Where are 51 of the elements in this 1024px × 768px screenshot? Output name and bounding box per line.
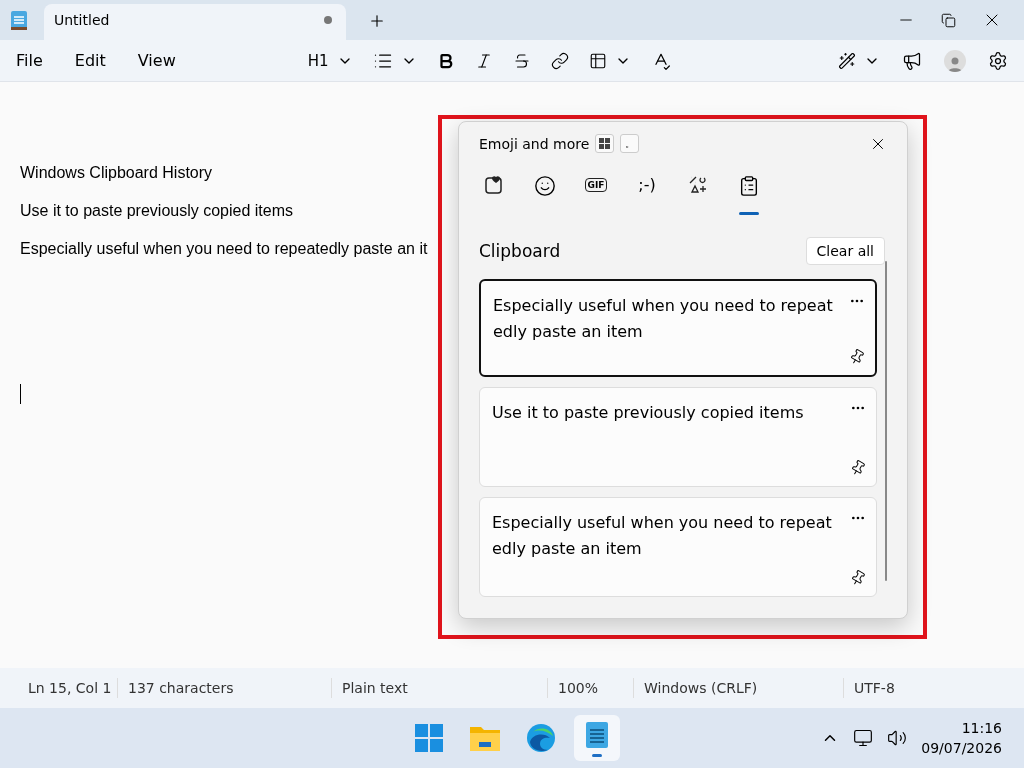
link-icon[interactable] (550, 51, 569, 70)
menu-item[interactable]: Edit (58, 51, 122, 70)
clipboard-text: Use it to paste previously copied items (492, 402, 805, 424)
document-line: Use it to paste previously copied items (20, 202, 293, 220)
folder-icon[interactable] (469, 724, 501, 752)
menu-item[interactable]: View (121, 51, 192, 70)
key-hint[interactable]: 。 (620, 134, 640, 153)
clock[interactable]: 11:16 09/07/2026 (921, 718, 1002, 758)
avatar-icon[interactable] (944, 49, 966, 72)
volume-icon[interactable] (887, 728, 908, 748)
status-text: Plain text (332, 678, 548, 698)
notepad-icon (10, 9, 28, 31)
menu-item[interactable]: File (0, 51, 59, 70)
gif-label: GIF (584, 178, 608, 192)
settings-icon[interactable] (988, 50, 1008, 71)
clipboard-text: Especially useful when you need to repeatedly paste an item (492, 512, 832, 560)
clipboard-item[interactable]: Especially useful when you need to repeatedly paste an item (479, 497, 878, 597)
clipboard-text: Especially useful when you need to repeatedly paste an item (493, 295, 833, 343)
restore-icon[interactable] (941, 12, 956, 28)
table-icon[interactable] (588, 51, 607, 70)
status-text: Ln 15, Col 1 (0, 678, 118, 698)
windows-logo-icon[interactable] (414, 723, 444, 753)
status-text: UTF-8 (853, 679, 896, 698)
symbols-icon (688, 175, 708, 195)
heading-dropdown[interactable]: H1 (307, 51, 329, 70)
document-line: Especially useful when you need to repeatedly paste an it (20, 240, 428, 258)
kaomoji-label: ;-) (638, 175, 656, 194)
tab-title: Untitled (54, 12, 110, 28)
notepad-app-button[interactable] (574, 715, 620, 761)
document-line: Windows Clipboard History (20, 164, 213, 182)
clipboard-item[interactable]: Use it to paste previously copied items (479, 387, 878, 487)
notepad-icon[interactable] (584, 719, 610, 757)
status-text: Windows (CRLF) (634, 678, 844, 698)
browser-icon[interactable] (525, 722, 557, 754)
category-tab[interactable]: GIF (579, 171, 613, 215)
grid-icon[interactable] (595, 134, 615, 153)
category-tab[interactable]: ;-) (630, 171, 664, 215)
section-title: Clipboard (479, 241, 561, 261)
status-text: 100% (548, 678, 634, 698)
scrollbar[interactable] (885, 261, 887, 581)
document-tab[interactable]: Untitled (44, 4, 346, 40)
status-text: 137 characters (118, 678, 332, 698)
clipboard-icon (738, 175, 760, 197)
sparkle-pen-icon[interactable] (838, 51, 856, 70)
clear-all-button[interactable]: Clear all (805, 237, 885, 265)
smiley-icon (534, 175, 556, 197)
megaphone-icon[interactable] (902, 50, 922, 71)
panel-title: Emoji and more (479, 135, 590, 152)
clipboard-item[interactable]: Especially useful when you need to repeatedly paste an item (479, 279, 878, 377)
new-tab-icon[interactable] (368, 12, 386, 30)
text-cursor (20, 384, 21, 404)
